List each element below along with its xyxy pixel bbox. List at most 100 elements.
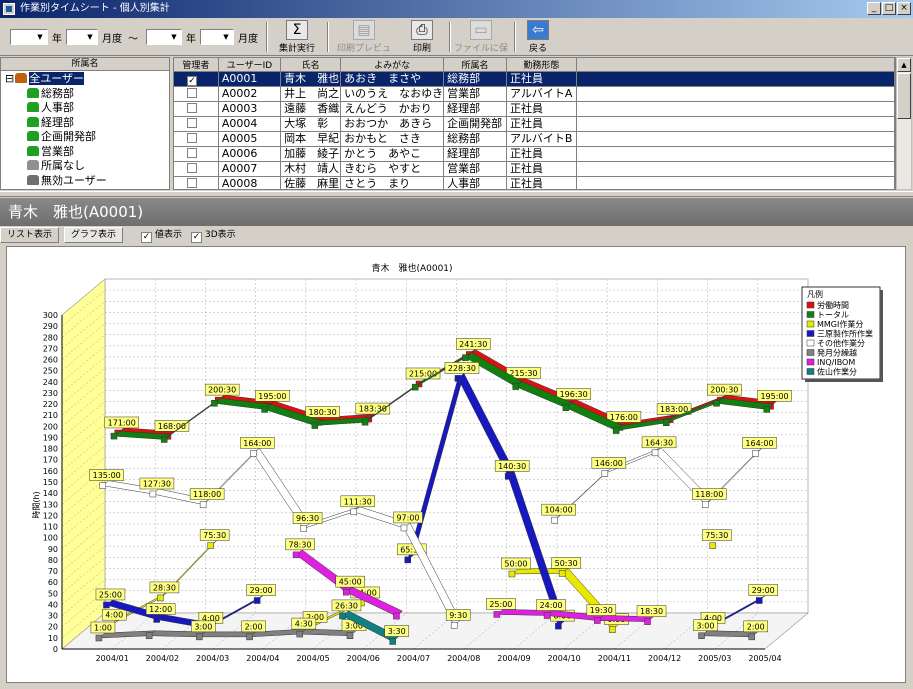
start-year-select[interactable]: ▼ <box>10 29 48 45</box>
admin-checkbox[interactable] <box>187 88 197 98</box>
minimize-icon[interactable]: _ <box>867 2 881 15</box>
data-label: 196:30 <box>560 390 588 399</box>
y-tick-label: 280 <box>43 333 58 342</box>
tree-item[interactable]: 営業部 <box>27 145 74 159</box>
show-3d-checkbox[interactable]: ✓ 3D表示 <box>191 229 236 243</box>
admin-checkbox[interactable]: ✓ <box>187 76 197 86</box>
admin-checkbox[interactable] <box>187 148 197 158</box>
tree-item[interactable]: ⊟ 全ユーザー <box>5 72 84 86</box>
y-tick-label: 60 <box>48 578 58 587</box>
col-kana[interactable]: よみがな <box>340 58 445 72</box>
chevron-down-icon: ▼ <box>37 33 43 41</box>
table-row[interactable]: A0003 遠藤 香織 えんどう かおり 経理部 正社員 <box>174 101 895 117</box>
grid-scrollbar[interactable]: ▲ <box>896 57 912 190</box>
legend-shadow <box>880 290 883 382</box>
admin-checkbox[interactable] <box>187 118 197 128</box>
data-point <box>196 633 203 641</box>
scroll-up-icon[interactable]: ▲ <box>897 58 911 72</box>
data-label: 171:00 <box>108 418 136 427</box>
col-admin[interactable]: 管理者 <box>174 58 219 72</box>
save-file-button[interactable]: ▭ ファイルに保存 <box>454 20 508 67</box>
close-icon[interactable]: × <box>897 2 911 15</box>
y-tick-label: 230 <box>43 389 58 398</box>
data-point <box>342 588 350 596</box>
dept-icon <box>27 116 39 127</box>
cell-name: 青木 雅也 <box>280 71 342 87</box>
cell-type: 正社員 <box>506 116 577 132</box>
col-dept[interactable]: 所属名 <box>443 58 507 72</box>
table-row[interactable]: A0007 木村 靖人 きむら やすと 営業部 正社員 <box>174 161 895 177</box>
start-year-label: 年 <box>52 34 62 45</box>
table-row[interactable]: A0004 大塚 彰おおつか あきら 企画開発部 正社員 <box>174 116 895 132</box>
data-point <box>99 482 106 489</box>
data-point <box>763 406 771 413</box>
tree-item[interactable]: 総務部 <box>27 87 74 101</box>
tree-item[interactable]: 企画開発部 <box>27 130 96 144</box>
collapse-icon[interactable]: ⊟ <box>5 72 14 85</box>
col-user-id[interactable]: ユーザーID <box>218 58 282 72</box>
col-type[interactable]: 勤務形態 <box>506 58 577 72</box>
maximize-icon[interactable]: □ <box>882 2 896 15</box>
x-tick-label: 2004/05 <box>296 654 329 663</box>
y-tick-label: 120 <box>43 511 58 520</box>
toolbar-separator <box>327 22 329 52</box>
table-row[interactable]: A0008 佐藤 麻里 さとう まり 人事部 正社員 <box>174 176 895 189</box>
data-point <box>562 404 570 411</box>
panel-splitter[interactable] <box>0 191 913 197</box>
tree-item[interactable]: 経理部 <box>27 116 74 130</box>
cell-id: A0002 <box>218 86 282 102</box>
cell-kana: おおつか あきら <box>340 116 445 132</box>
cell-type: アルバイトB <box>506 131 577 147</box>
admin-checkbox[interactable] <box>187 163 197 173</box>
data-point <box>713 400 720 407</box>
data-point <box>651 449 659 457</box>
start-month-select[interactable]: ▼ <box>66 29 98 45</box>
tree-item[interactable]: 人事部 <box>27 101 74 115</box>
admin-checkbox[interactable] <box>187 103 197 113</box>
table-row[interactable]: A0006 加藤 綾子 かとう あやこ 経理部 正社員 <box>174 146 895 162</box>
data-label: 215:00 <box>409 369 437 378</box>
col-name[interactable]: 氏名 <box>280 58 342 72</box>
admin-checkbox[interactable] <box>187 133 197 143</box>
end-month-select[interactable]: ▼ <box>200 29 234 45</box>
data-point <box>400 524 408 532</box>
table-row[interactable]: A0005 岡本 早紀 おかもと さき 総務部 アルバイトB <box>174 131 895 147</box>
aggregate-button[interactable]: Σ 集計実行 <box>272 20 322 54</box>
legend-swatch <box>806 339 815 347</box>
exit-door-icon: ⇦ <box>527 20 549 40</box>
data-label: 200:30 <box>208 386 236 395</box>
legend-entry: トータル <box>817 311 849 320</box>
tree-item[interactable]: 無効ユーザー <box>27 174 107 188</box>
tab-graph[interactable]: グラフ表示 <box>64 227 124 243</box>
checkmark-icon: ✓ <box>141 232 152 243</box>
sigma-icon: Σ <box>286 20 308 40</box>
y-tick-label: 170 <box>43 456 58 465</box>
y-tick-label: 140 <box>43 489 58 498</box>
range-tilde: ～ <box>128 34 138 45</box>
y-tick-label: 0 <box>53 645 58 654</box>
cell-name: 大塚 彰 <box>280 116 342 132</box>
cell-dept: 総務部 <box>443 71 507 87</box>
data-label: 104:00 <box>545 506 573 515</box>
x-tick-label: 2005/04 <box>748 654 781 663</box>
cell-name: 井上 尚之 <box>280 86 342 102</box>
y-tick-label: 180 <box>43 445 58 454</box>
back-button[interactable]: ⇦ 戻る <box>522 20 554 54</box>
admin-checkbox[interactable] <box>187 178 197 188</box>
scroll-thumb[interactable] <box>897 73 911 119</box>
data-label: 127:30 <box>143 480 171 489</box>
tree-item-label: 総務部 <box>41 86 74 100</box>
end-year-select[interactable]: ▼ <box>146 29 182 45</box>
x-tick-label: 2004/10 <box>548 654 581 663</box>
table-row[interactable]: ✓ A0001 青木 雅也 あおき まさや 総務部 正社員 <box>174 71 895 87</box>
table-row[interactable]: A0002 井上 尚之 いのうえ なおゆき 営業部 アルバイトA <box>174 86 895 102</box>
tab-list[interactable]: リスト表示 <box>0 227 60 243</box>
data-point <box>300 525 307 532</box>
y-tick-label: 200 <box>43 422 58 431</box>
show-values-checkbox[interactable]: ✓ 値表示 <box>141 229 182 243</box>
data-label: 3:00 <box>697 621 715 630</box>
print-button[interactable]: ⎙ 印刷 <box>400 20 444 54</box>
y-tick-label: 90 <box>48 545 58 554</box>
tree-item[interactable]: 所属なし <box>27 159 85 173</box>
print-preview-button[interactable]: ▤ 印刷プレビュー <box>335 20 393 67</box>
